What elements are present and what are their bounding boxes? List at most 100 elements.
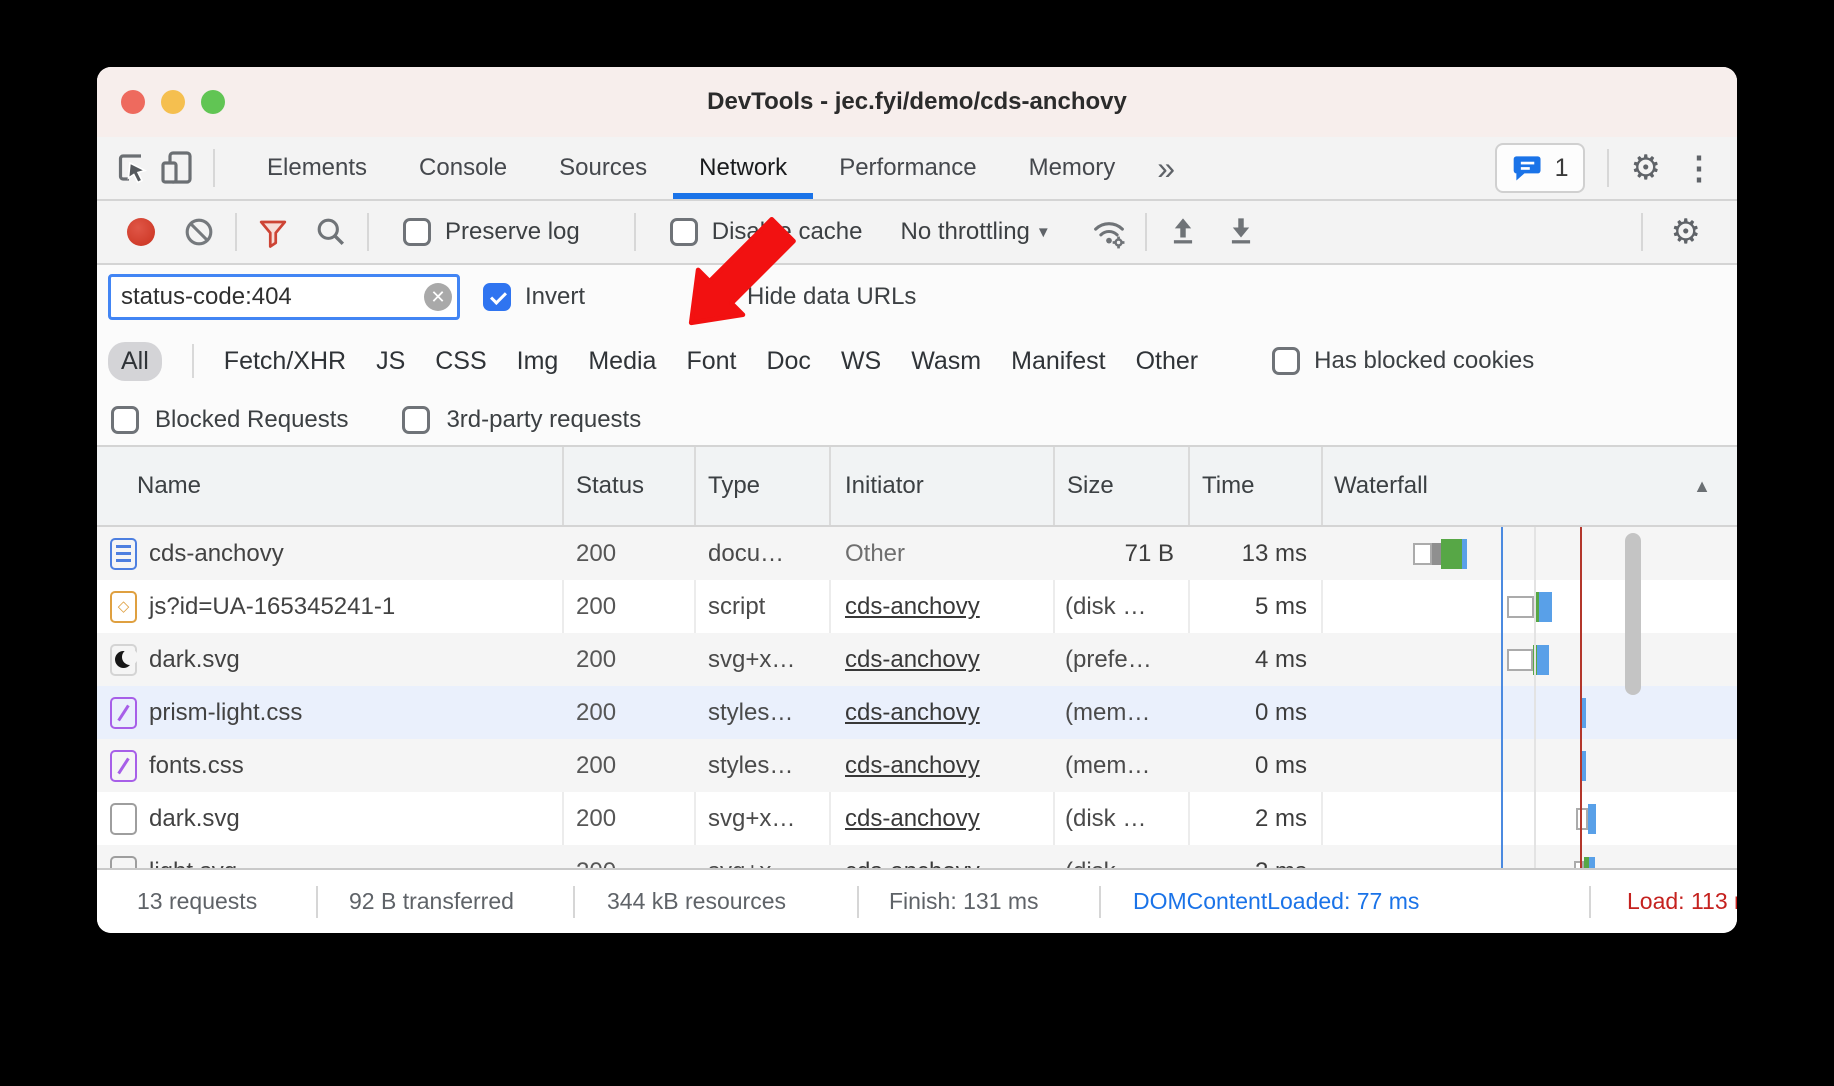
request-size: 71 B — [1125, 527, 1174, 580]
filter-chip-manifest[interactable]: Manifest — [1011, 347, 1105, 376]
filter-chip-doc[interactable]: Doc — [766, 347, 810, 376]
filter-toggle-button[interactable] — [251, 208, 295, 256]
statusbar-separator — [857, 886, 859, 918]
toggle-device-toolbar-button[interactable] — [155, 144, 199, 192]
waterfall-bar — [1321, 580, 1552, 633]
filter-chip-fetch-xhr[interactable]: Fetch/XHR — [224, 347, 346, 376]
wifi-gear-icon — [1088, 211, 1130, 253]
request-row-prism-light-css[interactable]: prism-light.css200styles…cds-anchovy(mem… — [97, 686, 1737, 739]
preserve-log-checkbox[interactable] — [403, 218, 431, 246]
tab-memory[interactable]: Memory — [1003, 137, 1142, 199]
column-header-waterfall[interactable]: Waterfall — [1334, 447, 1428, 525]
request-type: styles… — [708, 686, 793, 739]
request-name: js?id=UA-165345241-1 — [149, 580, 395, 633]
request-type: svg+x… — [708, 845, 795, 868]
column-header-size[interactable]: Size — [1067, 447, 1114, 525]
clear-filter-icon[interactable]: ✕ — [424, 283, 452, 311]
column-header-time[interactable]: Time — [1202, 447, 1254, 525]
filter-input[interactable] — [108, 274, 460, 320]
request-row-dark-svg[interactable]: dark.svg200svg+x…cds-anchovy(disk …2 ms — [97, 792, 1737, 845]
request-row-cds-anchovy[interactable]: cds-anchovy200docu…Other71 B13 ms — [97, 527, 1737, 580]
invert-checkbox[interactable] — [483, 283, 511, 311]
settings-gear-icon[interactable]: ⚙ — [1631, 151, 1661, 185]
column-divider[interactable] — [562, 447, 564, 525]
request-type: script — [708, 580, 765, 633]
script-icon — [110, 591, 137, 623]
network-settings-gear-icon[interactable]: ⚙ — [1671, 215, 1701, 249]
waterfall-segment-blue — [1588, 804, 1596, 834]
request-size: (mem… — [1065, 739, 1150, 792]
column-divider[interactable] — [1321, 447, 1323, 525]
request-initiator-link[interactable]: cds-anchovy — [845, 845, 980, 868]
sort-ascending-icon[interactable]: ▲ — [1693, 447, 1711, 525]
request-initiator-link[interactable]: cds-anchovy — [845, 633, 980, 686]
column-divider[interactable] — [829, 447, 831, 525]
download-icon — [1221, 212, 1261, 252]
column-header-type[interactable]: Type — [708, 447, 760, 525]
column-header-name[interactable]: Name — [137, 447, 201, 525]
request-row-js-id-ua-165345241-1[interactable]: js?id=UA-165345241-1200scriptcds-anchovy… — [97, 580, 1737, 633]
column-header-status[interactable]: Status — [576, 447, 644, 525]
search-icon — [311, 212, 351, 252]
waterfall-bar — [1321, 845, 1595, 868]
request-row-light-svg[interactable]: light.svg200svg+x…cds-anchovy(disk …2 ms — [97, 845, 1737, 868]
tab-console[interactable]: Console — [393, 137, 533, 199]
request-initiator-link[interactable]: cds-anchovy — [845, 580, 980, 633]
request-name: fonts.css — [149, 739, 244, 792]
column-divider[interactable] — [694, 447, 696, 525]
request-initiator-link[interactable]: cds-anchovy — [845, 739, 980, 792]
column-divider[interactable] — [1053, 447, 1055, 525]
vertical-scrollbar[interactable] — [1625, 533, 1641, 695]
request-size: (disk … — [1065, 580, 1146, 633]
record-network-log-button[interactable] — [127, 218, 155, 246]
waterfall-bar — [1321, 527, 1467, 580]
request-size: (disk … — [1065, 845, 1146, 868]
search-button[interactable] — [309, 208, 353, 256]
statusbar-13-requests: 13 requests — [137, 870, 257, 933]
waterfall-gridline — [1534, 527, 1536, 868]
tab-performance[interactable]: Performance — [813, 137, 1002, 199]
tab-sources[interactable]: Sources — [533, 137, 673, 199]
network-toolbar: Preserve log Disable cache No throttling… — [97, 201, 1737, 265]
statusbar-finish: Finish: 131 ms — [889, 870, 1039, 933]
request-initiator-link[interactable]: cds-anchovy — [845, 792, 980, 845]
filter-chip-js[interactable]: JS — [376, 347, 405, 376]
filter-chip-font[interactable]: Font — [686, 347, 736, 376]
request-row-dark-svg[interactable]: dark.svg200svg+x…cds-anchovy(prefe…4 ms — [97, 633, 1737, 686]
filter-chip-ws[interactable]: WS — [841, 347, 881, 376]
import-har-button[interactable] — [1161, 208, 1205, 256]
filter-chip-other[interactable]: Other — [1136, 347, 1199, 376]
filter-chip-all[interactable]: All — [108, 342, 162, 381]
export-har-button[interactable] — [1219, 208, 1263, 256]
request-table-header: ▲ Name Status Type Initiator Size Time Waterfa… — [97, 447, 1737, 527]
upload-icon — [1163, 212, 1203, 252]
issues-badge-button[interactable]: 1 — [1495, 143, 1585, 193]
request-name: cds-anchovy — [149, 527, 284, 580]
column-header-initiator[interactable]: Initiator — [845, 447, 924, 525]
stylesheet-icon — [110, 750, 137, 782]
blocked-requests-checkbox[interactable] — [111, 406, 139, 434]
tab-network[interactable]: Network — [673, 137, 813, 199]
request-name: dark.svg — [149, 792, 240, 845]
request-initiator-link[interactable]: cds-anchovy — [845, 686, 980, 739]
network-conditions-button[interactable] — [1087, 208, 1131, 256]
has-blocked-cookies-checkbox[interactable] — [1272, 347, 1300, 375]
waterfall-segment-stalled — [1432, 543, 1441, 565]
filter-chip-css[interactable]: CSS — [435, 347, 486, 376]
request-name: dark.svg — [149, 633, 240, 686]
inspect-element-button[interactable] — [111, 144, 155, 192]
main-tabbar: ElementsConsoleSourcesNetworkPerformance… — [97, 137, 1737, 201]
filter-chip-media[interactable]: Media — [588, 347, 656, 376]
more-tabs-button[interactable]: » — [1141, 152, 1191, 184]
filter-chip-wasm[interactable]: Wasm — [911, 347, 981, 376]
throttling-select[interactable]: No throttling ▼ — [900, 218, 1050, 246]
third-party-requests-checkbox[interactable] — [402, 406, 430, 434]
column-divider[interactable] — [1188, 447, 1190, 525]
request-row-fonts-css[interactable]: fonts.css200styles…cds-anchovy(mem…0 ms — [97, 739, 1737, 792]
clear-network-log-button[interactable] — [177, 208, 221, 256]
filter-chip-img[interactable]: Img — [517, 347, 559, 376]
menu-kebab-icon[interactable]: ⋮ — [1683, 152, 1715, 184]
tab-elements[interactable]: Elements — [241, 137, 393, 199]
tabbar-separator — [1607, 149, 1609, 187]
request-status: 200 — [576, 845, 616, 868]
